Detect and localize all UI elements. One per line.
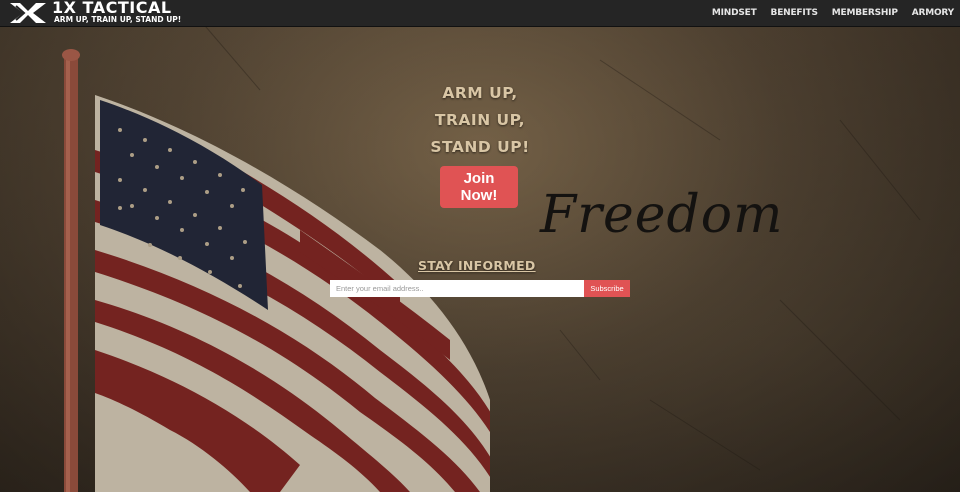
nav-item-armory[interactable]: ARMORY — [912, 8, 954, 18]
brand-logo[interactable]: 1X TACTICAL ARM UP, TRAIN UP, STAND UP! — [6, 0, 181, 26]
stay-informed-heading: STAY INFORMED — [418, 258, 536, 273]
subscribe-button[interactable]: Subscribe — [584, 280, 630, 297]
top-navbar: 1X TACTICAL ARM UP, TRAIN UP, STAND UP! … — [0, 0, 960, 27]
hero-section: ARM UP, TRAIN UP, STAND UP! Join Now! Fr… — [0, 0, 960, 492]
brand-tagline: ARM UP, TRAIN UP, STAND UP! — [54, 15, 182, 24]
nav-item-benefits[interactable]: BENEFITS — [771, 8, 818, 18]
nav-item-membership[interactable]: MEMBERSHIP — [832, 8, 898, 18]
headline-line-1: ARM UP, — [442, 84, 518, 102]
x-logo-icon — [10, 3, 46, 23]
email-input[interactable] — [330, 280, 584, 297]
freedom-script-text: Freedom — [540, 185, 784, 245]
headline-line-3: STAND UP! — [430, 138, 530, 156]
join-now-button[interactable]: Join Now! — [440, 166, 518, 208]
main-nav: MINDSET BENEFITS MEMBERSHIP ARMORY — [698, 0, 954, 26]
headline-line-2: TRAIN UP, — [434, 111, 526, 129]
nav-item-mindset[interactable]: MINDSET — [712, 8, 757, 18]
hero-headline: ARM UP, TRAIN UP, STAND UP! — [380, 80, 580, 161]
